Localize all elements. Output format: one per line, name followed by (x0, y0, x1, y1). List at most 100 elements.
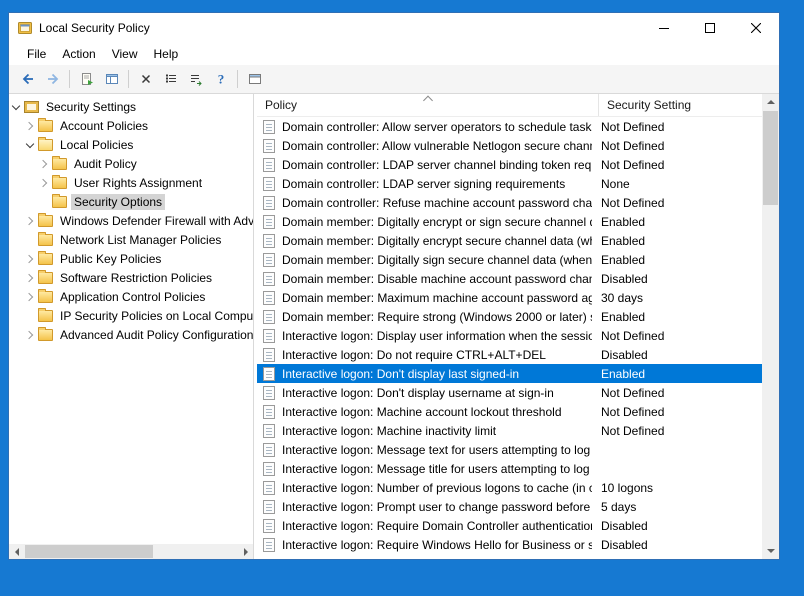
tree-item[interactable]: Security Settings (9, 97, 253, 116)
policy-row[interactable]: Interactive logon: Don't display usernam… (257, 383, 762, 402)
scroll-down-button[interactable] (762, 543, 779, 559)
export-icon[interactable] (74, 68, 99, 91)
delete-icon[interactable] (133, 68, 158, 91)
new-window-icon[interactable] (242, 68, 267, 91)
policy-document-icon (263, 329, 275, 343)
show-console-tree-icon[interactable] (99, 68, 124, 91)
policy-row[interactable]: Domain controller: Allow vulnerable Netl… (257, 136, 762, 155)
menu-file[interactable]: File (19, 44, 54, 64)
policy-row[interactable]: Domain member: Maximum machine account p… (257, 288, 762, 307)
console-root-icon (24, 101, 39, 113)
vertical-scrollbar[interactable] (762, 94, 779, 559)
policy-list: Domain controller: Allow server operator… (257, 117, 762, 559)
tree-item[interactable]: Application Control Policies (9, 287, 253, 306)
help-icon[interactable]: ? (208, 68, 233, 91)
policy-name: Domain member: Maximum machine account p… (282, 291, 592, 305)
policy-row[interactable]: Domain controller: Refuse machine accoun… (257, 193, 762, 212)
forward-icon[interactable] (40, 68, 65, 91)
policy-document-icon (263, 310, 275, 324)
policy-name: Domain member: Digitally sign secure cha… (282, 253, 592, 267)
policy-row[interactable]: Domain member: Require strong (Windows 2… (257, 307, 762, 326)
policy-row[interactable]: Interactive logon: Message title for use… (257, 459, 762, 478)
export-list-icon[interactable] (183, 68, 208, 91)
policy-row[interactable]: Domain controller: LDAP server signing r… (257, 174, 762, 193)
menu-help[interactable]: Help (146, 44, 187, 64)
hscroll-thumb[interactable] (25, 545, 153, 558)
policy-row[interactable]: Domain member: Digitally sign secure cha… (257, 250, 762, 269)
policy-document-icon (263, 367, 275, 381)
scroll-right-button[interactable] (238, 544, 253, 559)
policy-row[interactable]: Domain member: Digitally encrypt or sign… (257, 212, 762, 231)
tree-item[interactable]: Audit Policy (9, 154, 253, 173)
tree-item[interactable]: Network List Manager Policies (9, 230, 253, 249)
tree-item[interactable]: Account Policies (9, 116, 253, 135)
chevron-collapsed-icon[interactable] (23, 290, 37, 304)
horizontal-scrollbar[interactable] (9, 544, 253, 559)
column-header-policy[interactable]: Policy (257, 94, 599, 116)
menu-action[interactable]: Action (54, 44, 103, 64)
policy-row[interactable]: Interactive logon: Display user informat… (257, 326, 762, 345)
maximize-button[interactable] (687, 13, 733, 43)
policy-row[interactable]: Interactive logon: Message text for user… (257, 440, 762, 459)
policy-document-icon (263, 158, 275, 172)
tree-item[interactable]: IP Security Policies on Local Compute (9, 306, 253, 325)
close-button[interactable] (733, 13, 779, 43)
policy-row[interactable]: Interactive logon: Require Domain Contro… (257, 516, 762, 535)
tree-item-label: Advanced Audit Policy Configuration (57, 327, 253, 343)
tree-item[interactable]: Advanced Audit Policy Configuration (9, 325, 253, 344)
tree-item-label: Security Options (71, 194, 165, 210)
policy-row[interactable]: Domain member: Disable machine account p… (257, 269, 762, 288)
policy-name: Interactive logon: Prompt user to change… (282, 500, 592, 514)
menu-bar: FileActionViewHelp (9, 43, 779, 65)
tree-item-label: Local Policies (57, 137, 136, 153)
chevron-collapsed-icon[interactable] (23, 328, 37, 342)
scroll-up-button[interactable] (762, 94, 779, 110)
tree-item-label: Application Control Policies (57, 289, 208, 305)
svg-text:?: ? (217, 72, 224, 87)
tree-item[interactable]: User Rights Assignment (9, 173, 253, 192)
policy-row[interactable]: Interactive logon: Do not require CTRL+A… (257, 345, 762, 364)
policy-setting-value: Not Defined (592, 158, 762, 172)
tree-item[interactable]: Windows Defender Firewall with Adva (9, 211, 253, 230)
policy-row[interactable]: Domain controller: Allow server operator… (257, 117, 762, 136)
tree: Security Settings Account Policies Local P… (9, 97, 253, 344)
policy-row[interactable]: Interactive logon: Machine inactivity li… (257, 421, 762, 440)
policy-row[interactable]: Domain member: Digitally encrypt secure … (257, 231, 762, 250)
chevron-collapsed-icon[interactable] (37, 176, 51, 190)
toolbar-separator (69, 70, 70, 88)
menu-view[interactable]: View (104, 44, 146, 64)
policy-row[interactable]: Interactive logon: Prompt user to change… (257, 497, 762, 516)
chevron-collapsed-icon[interactable] (37, 157, 51, 171)
chevron-expanded-icon[interactable] (23, 138, 37, 152)
chevron-collapsed-icon[interactable] (23, 252, 37, 266)
column-header-security-setting[interactable]: Security Setting (599, 94, 762, 116)
minimize-icon (659, 23, 669, 33)
policy-row[interactable]: Interactive logon: Machine account locko… (257, 402, 762, 421)
policy-name: Interactive logon: Message title for use… (282, 462, 592, 476)
tree-item[interactable]: Public Key Policies (9, 249, 253, 268)
tree-item[interactable]: Software Restriction Policies (9, 268, 253, 287)
content-area: Security Settings Account Policies Local P… (9, 94, 779, 559)
policy-row[interactable]: Interactive logon: Don't display last si… (257, 364, 762, 383)
vscroll-thumb[interactable] (763, 111, 778, 205)
policy-document-icon (263, 424, 275, 438)
policy-row[interactable]: Domain controller: LDAP server channel b… (257, 155, 762, 174)
policy-document-icon (263, 215, 275, 229)
minimize-button[interactable] (641, 13, 687, 43)
chevron-collapsed-icon[interactable] (23, 271, 37, 285)
list-view-icon[interactable] (158, 68, 183, 91)
chevron-collapsed-icon[interactable] (23, 214, 37, 228)
title-bar[interactable]: Local Security Policy (9, 13, 779, 43)
policy-name: Domain member: Disable machine account p… (282, 272, 592, 286)
chevron-collapsed-icon[interactable] (23, 119, 37, 133)
tree-item-label: Account Policies (57, 118, 151, 134)
tree-item[interactable]: Security Options (9, 192, 253, 211)
policy-name: Domain member: Digitally encrypt secure … (282, 234, 592, 248)
chevron-expanded-icon[interactable] (9, 100, 23, 114)
policy-row[interactable]: Interactive logon: Number of previous lo… (257, 478, 762, 497)
tree-item[interactable]: Local Policies (9, 135, 253, 154)
back-icon[interactable] (15, 68, 40, 91)
policy-row[interactable]: Interactive logon: Require Windows Hello… (257, 535, 762, 554)
scroll-left-icon (15, 548, 19, 556)
scroll-left-button[interactable] (9, 544, 24, 559)
